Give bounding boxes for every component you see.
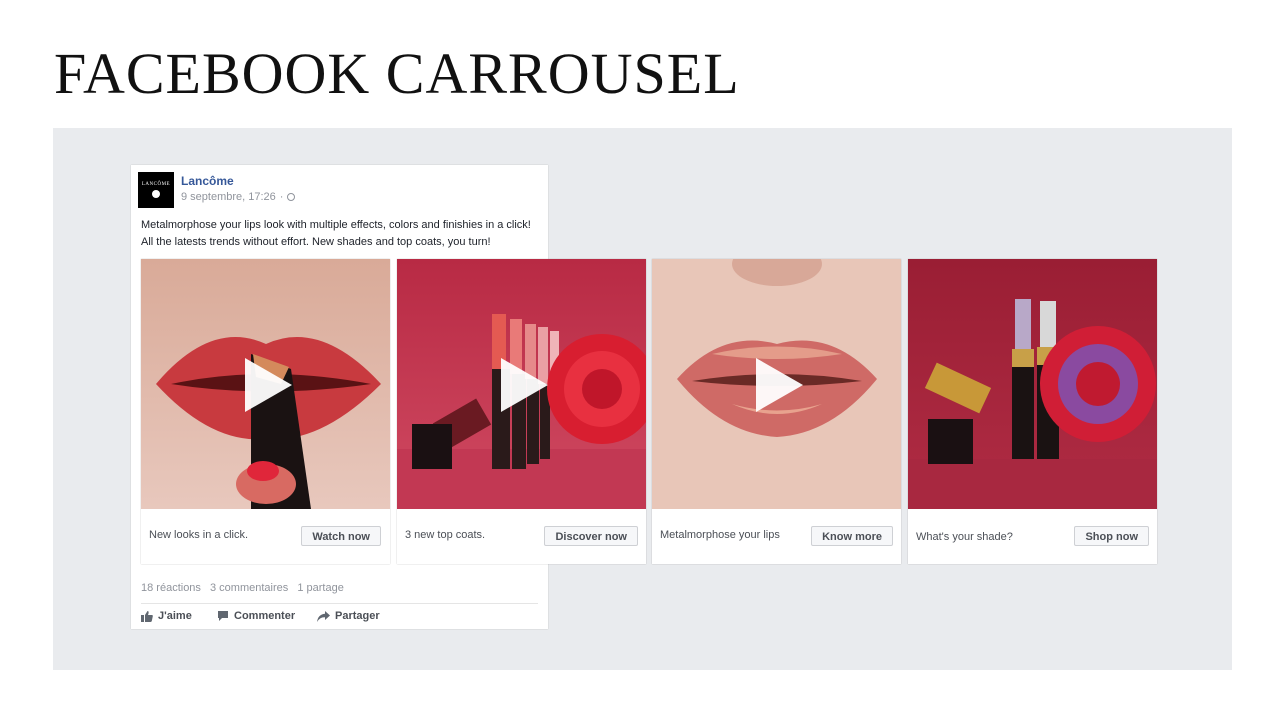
post-text-line: Metalmorphose your lips look with multip… [141,219,531,231]
post-stats: 18 réactions 3 commentaires 1 partage [141,582,350,594]
slide-title: FACEBOOK CARROUSEL [54,41,740,106]
card-caption: What's your shade? [916,531,1013,543]
play-icon[interactable] [756,358,803,412]
post-timestamp[interactable]: 9 septembre, 17:26 [181,191,276,203]
carousel-image-lipsticks-with-rose-close[interactable] [908,259,1157,509]
card-caption: New looks in a click. [149,529,249,541]
card-caption: Metalmorphose your lips [660,529,780,541]
carousel-card[interactable]: What's your shade? Shop now [908,259,1157,564]
page-avatar[interactable]: LANCÔME [138,172,174,208]
page-name-link[interactable]: Lancôme [181,174,234,188]
globe-icon [287,193,296,202]
post-text-line: All the latests trends without effort. N… [141,236,491,248]
know-more-button[interactable]: Know more [811,526,893,546]
shares-count[interactable]: 1 partage [297,582,343,594]
discover-now-button[interactable]: Discover now [544,526,638,546]
card-caption: 3 new top coats. [405,529,486,541]
comment-label: Commenter [234,610,296,622]
carousel-card[interactable]: 3 new top coats. Discover now [397,259,646,564]
carousel-card[interactable]: New looks in a click. Watch now [141,259,390,564]
watch-now-button[interactable]: Watch now [301,526,381,546]
play-icon[interactable] [245,358,292,412]
divider [141,603,538,604]
share-label: Partager [335,610,380,622]
meta-separator: · [279,191,284,203]
carousel-video-metallic-lips[interactable] [652,259,901,509]
comment-button[interactable]: Commenter [217,610,295,622]
share-button[interactable]: Partager [317,610,380,622]
like-label: J'aime [158,610,192,622]
comments-count[interactable]: 3 commentaires [210,582,288,594]
post-text: Metalmorphose your lips look with multip… [141,217,541,251]
carousel-video-lipsticks-with-rose[interactable] [397,259,646,509]
like-button[interactable]: J'aime [141,610,192,622]
thumbs-up-icon [141,610,153,622]
rose-logo-icon [152,190,160,198]
reactions-count[interactable]: 18 réactions [141,582,201,594]
shop-now-button[interactable]: Shop now [1074,526,1149,546]
share-arrow-icon [317,610,330,622]
carousel-video-lips-applying-lipstick[interactable] [141,259,390,509]
play-icon[interactable] [501,358,548,412]
avatar-logo-text: LANCÔME [141,182,171,187]
ad-preview-panel: LANCÔME Lancôme 9 septembre, 17:26 · Meta… [53,128,1232,670]
carousel-card[interactable]: Metalmorphose your lips Know more [652,259,901,564]
comment-icon [218,611,228,621]
post-meta: 9 septembre, 17:26 · [181,191,296,203]
